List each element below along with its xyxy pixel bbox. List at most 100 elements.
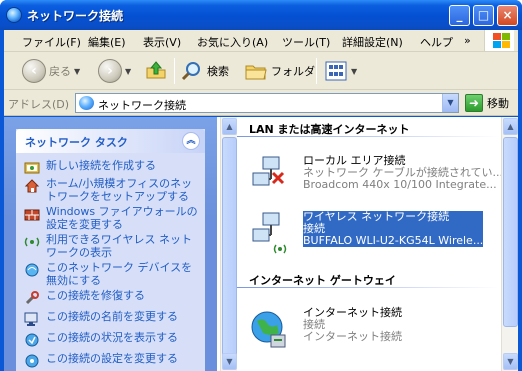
address-value: ネットワーク接続 [98, 99, 186, 112]
menu-bar: ファイル(F) 編集(E) 表示(V) お気に入り(A) ツール(T) 詳細設定… [4, 30, 518, 52]
scroll-up-icon[interactable]: ▲ [222, 118, 237, 135]
connections-list: LAN または高速インターネット ローカル エリア接続 ネットワーク ケーブルが… [237, 117, 503, 371]
task-repair-connection[interactable]: この接続を修復する [24, 289, 200, 306]
task-firewall-settings[interactable]: Windows ファイアウォールの設定を変更する [24, 205, 200, 231]
scroll-down-icon[interactable]: ▼ [503, 353, 518, 370]
connection-device: インターネット接続 [303, 330, 402, 343]
folders-label: フォルダ [271, 65, 315, 78]
back-label: 戻る [49, 65, 71, 78]
close-button[interactable]: × [497, 5, 518, 26]
scroll-thumb[interactable] [222, 137, 237, 365]
up-folder-icon [146, 61, 166, 79]
back-button[interactable]: ‹ 戻る ▼ [22, 57, 80, 85]
connection-device: BUFFALO WLI-U2-KG54L Wirele... [303, 234, 484, 247]
address-label: アドレス(D) [8, 98, 70, 111]
task-disable-device[interactable]: このネットワーク デバイスを無効にする [24, 261, 200, 287]
network-tasks-header[interactable]: ネットワーク タスク ︽ [16, 129, 205, 153]
task-label: ホーム/小規模オフィスのネットワークをセットアップする [46, 177, 193, 203]
explorer-window: ネットワーク接続 _ □ × ファイル(F) 編集(E) 表示(V) お気に入り… [0, 0, 522, 371]
rename-icon [24, 312, 38, 326]
network-tasks-title: ネットワーク タスク [25, 136, 128, 149]
taskpane-scrollbar[interactable]: ▲ ▼ [220, 117, 237, 371]
address-input[interactable]: ネットワーク接続 ▼ [75, 93, 459, 113]
connection-device: Broadcom 440x 10/100 Integrate... [303, 178, 497, 191]
network-tasks-panel: ネットワーク タスク ︽ 新しい接続を作成する ホーム/小規模オフィスのネットワ… [16, 129, 205, 371]
toolbar-separator [174, 58, 175, 84]
folders-button[interactable]: フォルダ [244, 57, 315, 85]
collapse-chevron-icon[interactable]: ︽ [182, 132, 200, 150]
main-scrollbar[interactable]: ▲ ▼ [501, 117, 518, 371]
task-view-wireless[interactable]: 利用できるワイヤレス ネットワークの表示 [24, 233, 200, 259]
toolbar-separator [316, 58, 317, 84]
forward-arrow-icon: › [98, 59, 122, 83]
views-grid-icon [325, 61, 347, 81]
task-change-settings[interactable]: この接続の設定を変更する [24, 352, 200, 369]
go-button[interactable]: ➜ 移動 [465, 93, 509, 113]
menu-view[interactable]: 表示(V) [143, 34, 181, 50]
task-new-connection[interactable]: 新しい接続を作成する [24, 159, 200, 176]
task-view-status[interactable]: この接続の状況を表示する [24, 331, 200, 348]
menu-favorites[interactable]: お気に入り(A) [197, 34, 268, 50]
firewall-icon [24, 209, 40, 221]
repair-icon [25, 291, 39, 305]
address-bar: アドレス(D) ネットワーク接続 ▼ ➜ 移動 [4, 90, 518, 116]
scroll-up-icon[interactable]: ▲ [503, 118, 518, 135]
group-divider [237, 287, 499, 288]
menu-edit[interactable]: 編集(E) [88, 34, 126, 50]
task-home-network[interactable]: ホーム/小規模オフィスのネットワークをセットアップする [24, 177, 200, 203]
forward-dropdown-icon[interactable]: ▼ [125, 67, 131, 76]
task-label: Windows ファイアウォールの設定を変更する [46, 205, 198, 231]
search-button[interactable]: 検索 [180, 57, 229, 85]
title-bar[interactable]: ネットワーク接続 _ □ × [0, 0, 522, 30]
toolbar: ‹ 戻る ▼ › ▼ 検索 フォルダ ▼ [4, 52, 518, 90]
windows-logo-icon [484, 30, 514, 51]
content-area: ネットワーク タスク ︽ 新しい接続を作成する ホーム/小規模オフィスのネットワ… [4, 117, 518, 371]
views-button[interactable]: ▼ [324, 57, 357, 85]
up-folder-button[interactable] [144, 57, 168, 85]
window-title: ネットワーク接続 [27, 9, 124, 23]
search-icon [181, 62, 200, 81]
scroll-down-icon[interactable]: ▼ [222, 353, 237, 370]
lan-disconnected-icon [252, 156, 285, 186]
back-dropdown-icon[interactable]: ▼ [74, 67, 80, 76]
group-divider [237, 136, 499, 137]
settings-icon [25, 354, 39, 368]
address-dropdown-icon[interactable]: ▼ [442, 94, 458, 112]
menu-advanced[interactable]: 詳細設定(N) [342, 34, 403, 50]
maximize-button[interactable]: □ [473, 5, 494, 26]
scroll-thumb[interactable] [503, 137, 518, 327]
views-dropdown-icon[interactable]: ▼ [351, 67, 357, 76]
search-label: 検索 [207, 65, 229, 78]
task-label: このネットワーク デバイスを無効にする [46, 261, 193, 287]
home-network-icon [24, 179, 40, 193]
connection-text: ワイヤレス ネットワーク接続 接続 BUFFALO WLI-U2-KG54L W… [301, 210, 485, 248]
forward-button[interactable]: › ▼ [98, 57, 131, 85]
wireless-icon [24, 237, 40, 247]
task-label: この接続の設定を変更する [46, 352, 178, 365]
group-header-lan: LAN または高速インターネット [249, 123, 410, 136]
network-connections-icon [79, 96, 94, 110]
folder-icon [245, 65, 267, 80]
task-label: この接続を修復する [46, 289, 145, 302]
menu-help[interactable]: ヘルプ [420, 34, 453, 50]
menu-tools[interactable]: ツール(T) [282, 34, 330, 50]
menu-overflow-chevron[interactable]: » [464, 34, 471, 47]
task-label: この接続の名前を変更する [46, 310, 178, 323]
group-header-gateway: インターネット ゲートウェイ [249, 274, 396, 287]
internet-gateway-icon [251, 311, 286, 348]
connection-name: ワイヤレス ネットワーク接続 [303, 210, 450, 223]
back-arrow-icon: ‹ [22, 59, 46, 83]
connection-text: ローカル エリア接続 ネットワーク ケーブルが接続されてい... Broadco… [303, 155, 503, 191]
network-connections-icon [6, 7, 22, 23]
task-label: 利用できるワイヤレス ネットワークの表示 [46, 233, 192, 259]
status-icon [25, 333, 39, 347]
minimize-button[interactable]: _ [449, 5, 470, 26]
menu-file[interactable]: ファイル(F) [22, 34, 81, 50]
task-pane: ネットワーク タスク ︽ 新しい接続を作成する ホーム/小規模オフィスのネットワ… [4, 117, 217, 371]
wireless-connected-icon [252, 212, 287, 254]
task-label: この接続の状況を表示する [46, 331, 178, 344]
task-label: 新しい接続を作成する [46, 159, 156, 172]
connection-text: インターネット接続 接続 インターネット接続 [303, 307, 402, 343]
task-rename-connection[interactable]: この接続の名前を変更する [24, 310, 200, 327]
disable-device-icon [25, 263, 39, 277]
